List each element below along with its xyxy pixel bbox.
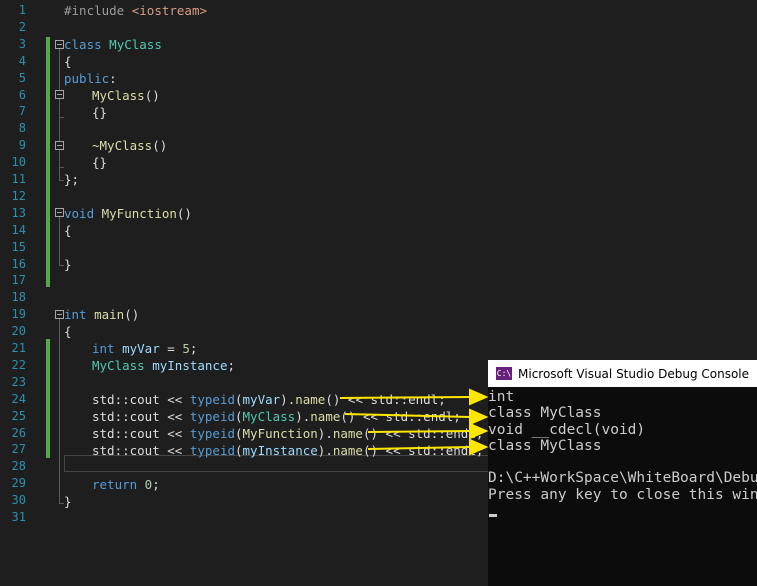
console-title: Microsoft Visual Studio Debug Console: [518, 366, 750, 381]
console-app-icon: C:\: [496, 367, 512, 380]
console-output: int class MyClass void __cdecl(void) cla…: [488, 389, 757, 503]
arrow-line-25: [344, 413, 471, 418]
code-editor[interactable]: 1 2 3 4 5 6 7 8 9 10 11 12 13 14 15 16 17 18 19 20 21 22 23 24 2…: [0, 0, 757, 586]
arrow-head-26: [469, 422, 489, 440]
arrow-head-24: [469, 388, 489, 406]
arrow-line-27: [367, 446, 471, 450]
arrow-line-26: [367, 430, 471, 433]
debug-console-window[interactable]: C:\ Microsoft Visual Studio Debug Consol…: [488, 360, 757, 586]
console-title-bar[interactable]: C:\ Microsoft Visual Studio Debug Consol…: [488, 360, 757, 387]
arrow-head-25: [469, 408, 489, 426]
console-cursor: [489, 514, 497, 517]
arrow-line-24: [339, 396, 471, 399]
arrow-head-27: [469, 438, 489, 456]
